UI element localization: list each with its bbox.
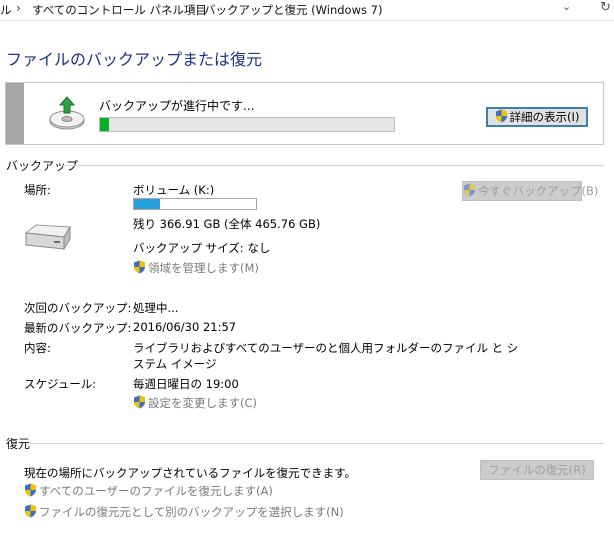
restore-description: 現在の場所にバックアップされているファイルを復元できます。	[24, 466, 357, 480]
progress-status-text: バックアップが進行中です...	[99, 99, 255, 113]
select-other-backup-link[interactable]: ファイルの復元元として別のバックアップを選択します(N)	[24, 504, 344, 520]
restore-section-title: 復元	[6, 437, 31, 451]
restore-files-label: ファイルの復元(R)	[488, 463, 586, 477]
backup-size-text: バックアップ サイズ: なし	[133, 241, 271, 255]
view-details-label: 詳細の表示(I)	[509, 110, 580, 124]
contents-value-line1: ライブラリおよびすべてのユーザーのと個人用フォルダーのファイル と シ	[133, 341, 519, 355]
backup-progress-fill	[100, 118, 109, 131]
breadcrumb-item-truncated[interactable]: ル	[0, 2, 12, 18]
panel-accent-stripe	[6, 83, 24, 144]
view-details-button[interactable]: 詳細の表示(I)	[486, 107, 588, 127]
change-settings-link[interactable]: 設定を変更します(C)	[133, 395, 257, 411]
select-other-backup-label: ファイルの復元元として別のバックアップを選択します(N)	[39, 505, 344, 519]
page-title: ファイルのバックアップまたは復元	[6, 50, 263, 69]
uac-shield-icon	[25, 483, 36, 497]
breadcrumb-separator-icon: ›	[16, 1, 21, 15]
schedule-value: 毎週日曜日の 19:00	[133, 377, 239, 391]
section-divider	[62, 165, 604, 166]
restore-all-users-label: すべてのユーザーのファイルを復元します(A)	[39, 484, 273, 498]
last-backup-label: 最新のバックアップ:	[24, 321, 132, 335]
external-drive-icon	[24, 224, 71, 251]
contents-value-line2: ステム イメージ	[133, 357, 217, 371]
disk-remaining-text: 残り 366.91 GB (全体 465.76 GB)	[133, 217, 321, 231]
schedule-label: スケジュール:	[24, 377, 97, 391]
next-backup-value: 処理中...	[133, 301, 179, 315]
uac-shield-icon	[495, 109, 507, 123]
location-value: ボリューム (K:)	[133, 183, 215, 197]
address-bar: ル › すべてのコントロール パネル項目 › バックアップと復元 (Window…	[0, 0, 614, 21]
location-label: 場所:	[24, 183, 51, 197]
breadcrumb-item-all-control-panel[interactable]: すべてのコントロール パネル項目	[32, 2, 207, 18]
address-history-chevron-icon[interactable]: ⌄	[562, 0, 571, 13]
uac-shield-icon	[25, 504, 36, 518]
manage-space-link-label: 領域を管理します(M)	[148, 261, 259, 275]
backup-now-button[interactable]: 今すぐバックアップ(B)	[462, 181, 598, 201]
uac-shield-icon	[134, 395, 145, 409]
breadcrumb-separator-icon: ›	[190, 1, 195, 15]
breadcrumb-item-backup-restore[interactable]: バックアップと復元 (Windows 7)	[204, 2, 382, 18]
backup-progress-panel: バックアップが進行中です... 詳細の表示(I)	[5, 82, 604, 145]
disk-usage-fill	[134, 199, 160, 209]
last-backup-value: 2016/06/30 21:57	[133, 320, 237, 334]
contents-label: 内容:	[24, 341, 51, 355]
backup-progress-bar	[99, 117, 395, 132]
backup-now-label: 今すぐバックアップ(B)	[478, 184, 599, 198]
uac-shield-icon	[464, 183, 475, 197]
manage-space-link[interactable]: 領域を管理します(M)	[133, 260, 259, 276]
uac-shield-icon	[134, 260, 145, 274]
change-settings-link-label: 設定を変更します(C)	[148, 396, 258, 410]
backup-in-progress-icon	[49, 96, 85, 130]
disk-usage-bar	[133, 198, 257, 210]
restore-files-button[interactable]: ファイルの復元(R)	[480, 460, 594, 480]
section-divider	[30, 443, 604, 444]
next-backup-label: 次回のバックアップ:	[24, 301, 132, 315]
refresh-icon[interactable]: ↻	[600, 0, 611, 15]
restore-all-users-link[interactable]: すべてのユーザーのファイルを復元します(A)	[24, 483, 273, 499]
